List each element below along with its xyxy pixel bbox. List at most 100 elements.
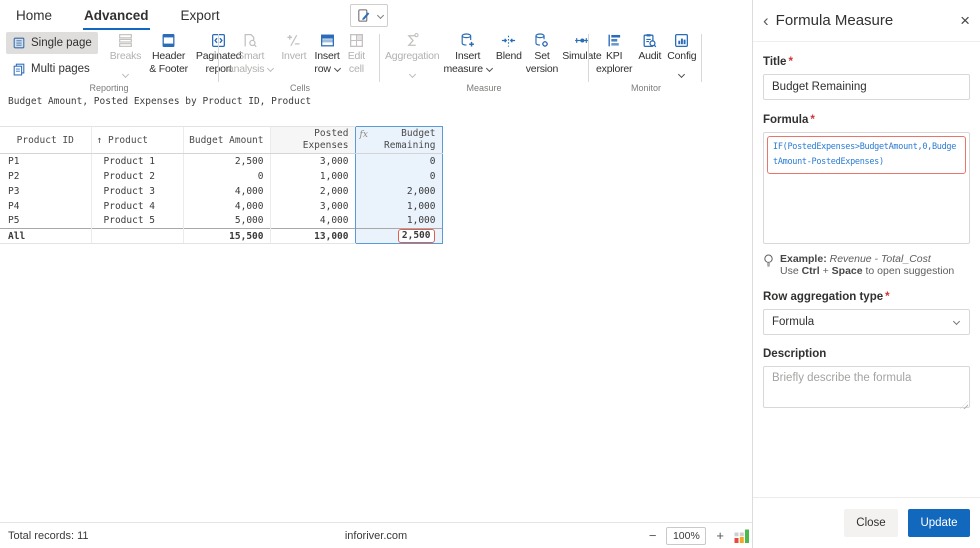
- cell-product-id[interactable]: P2: [0, 169, 91, 184]
- cell-product-id[interactable]: P4: [0, 199, 91, 214]
- cell-posted-expenses[interactable]: 1,000: [270, 169, 355, 184]
- chevron-down-icon: [409, 70, 416, 77]
- group-label-cells: Cells: [224, 83, 376, 93]
- header-product[interactable]: ↑ Product: [91, 127, 183, 154]
- inforiver-site-link[interactable]: inforiver.com: [345, 530, 407, 542]
- group-label-measure: Measure: [383, 83, 585, 93]
- cell-product[interactable]: Product 1: [91, 154, 183, 169]
- tab-advanced[interactable]: Advanced: [83, 2, 150, 30]
- zoom-in-button[interactable]: +: [714, 528, 726, 543]
- blend-button[interactable]: Blend: [496, 30, 522, 63]
- close-button[interactable]: Close: [844, 509, 898, 537]
- group-label-monitor: Monitor: [593, 83, 699, 93]
- cell-budget-remaining[interactable]: 2,000: [355, 184, 442, 199]
- config-button[interactable]: Config: [667, 30, 696, 83]
- breadcrumb: Budget Amount, Posted Expenses by Produc…: [8, 96, 311, 107]
- cell-total-budget-remaining[interactable]: 2,500: [355, 229, 442, 244]
- breaks-button[interactable]: Breaks: [110, 30, 141, 83]
- formula-text-line1: IF(PostedExpenses>BudgetAmount,0,Budge: [773, 140, 960, 155]
- panel-header: ‹ Formula Measure ×: [753, 0, 980, 42]
- zoom-out-button[interactable]: −: [647, 528, 659, 543]
- cell-product[interactable]: Product 2: [91, 169, 183, 184]
- cell-posted-expenses[interactable]: 2,000: [270, 184, 355, 199]
- group-divider: [701, 34, 702, 82]
- cell-posted-expenses[interactable]: 4,000: [270, 214, 355, 229]
- description-textarea[interactable]: [763, 366, 970, 408]
- back-icon[interactable]: ‹: [763, 12, 769, 29]
- set-version-label2: version: [526, 63, 558, 76]
- multi-pages-label: Multi pages: [31, 63, 90, 75]
- header-posted-expenses[interactable]: Posted Expenses: [270, 127, 355, 154]
- kpi-explorer-button[interactable]: KPI explorer: [596, 30, 632, 75]
- header-product-label: Product: [108, 135, 148, 146]
- cell-budget-amount[interactable]: 5,000: [183, 214, 270, 229]
- close-icon[interactable]: ×: [960, 12, 970, 29]
- aggregation-selected-value: Formula: [772, 316, 814, 328]
- title-input[interactable]: [763, 74, 970, 100]
- aggregation-label: Aggregation: [385, 50, 439, 63]
- sort-ascending-icon: ↑: [97, 135, 103, 146]
- invert-button[interactable]: Invert: [281, 30, 306, 63]
- audit-button[interactable]: Audit: [638, 30, 661, 63]
- hint-text: Use Ctrl + Space to open suggestion: [780, 265, 954, 277]
- cell-product[interactable]: Product 5: [91, 214, 183, 229]
- header-product-id[interactable]: Product ID: [0, 127, 91, 154]
- set-version-label: Set: [534, 50, 549, 63]
- formula-editor[interactable]: IF(PostedExpenses>BudgetAmount,0,Budge t…: [763, 132, 970, 244]
- blend-icon: [500, 31, 517, 50]
- cell-product-id[interactable]: P3: [0, 184, 91, 199]
- table-row: P1 Product 1 2,500 3,000 0: [0, 154, 442, 169]
- formula-field-label: Formula*: [763, 114, 970, 126]
- tab-export[interactable]: Export: [180, 2, 221, 30]
- table-header-row: Product ID ↑ Product Budget Amount Poste…: [0, 127, 442, 154]
- cell-total-posted-expenses[interactable]: 13,000: [270, 229, 355, 244]
- row-aggregation-select[interactable]: Formula: [763, 309, 970, 335]
- cell-product[interactable]: Product 4: [91, 199, 183, 214]
- cell-budget-amount[interactable]: 2,500: [183, 154, 270, 169]
- set-version-icon: [533, 31, 550, 50]
- aggregation-button[interactable]: Aggregation: [385, 30, 439, 83]
- header-budget-amount[interactable]: Budget Amount: [183, 127, 270, 154]
- header-footer-button[interactable]: Header & Footer: [149, 30, 188, 75]
- header-footer-label2: & Footer: [149, 63, 188, 76]
- table-total-row: All 15,500 13,000 2,500: [0, 229, 442, 244]
- single-page-label: Single page: [31, 37, 92, 49]
- zoom-level-value[interactable]: 100%: [666, 527, 706, 545]
- breaks-label: Breaks: [110, 50, 141, 63]
- cell-budget-amount[interactable]: 0: [183, 169, 270, 184]
- insert-measure-button[interactable]: Insert measure: [443, 30, 491, 75]
- cell-product-id[interactable]: P5: [0, 214, 91, 229]
- set-version-button[interactable]: Set version: [526, 30, 558, 75]
- cell-budget-remaining[interactable]: 1,000: [355, 199, 442, 214]
- group-divider: [588, 34, 589, 82]
- tab-home[interactable]: Home: [15, 2, 53, 30]
- cell-product-id[interactable]: P1: [0, 154, 91, 169]
- config-icon: [673, 31, 690, 50]
- chevron-down-icon: [678, 70, 685, 77]
- cell-posted-expenses[interactable]: 3,000: [270, 199, 355, 214]
- insert-row-button[interactable]: Insert row: [314, 30, 339, 75]
- header-budget-remaining[interactable]: fx Budget Remaining: [355, 127, 442, 154]
- group-divider: [218, 34, 219, 82]
- multi-pages-button[interactable]: Multi pages: [6, 58, 98, 80]
- cell-budget-amount[interactable]: 4,000: [183, 199, 270, 214]
- insert-row-label: Insert: [315, 50, 340, 63]
- ribbon-group-monitor: KPI explorer Audit Config Monit: [593, 30, 699, 94]
- description-wrapper: [763, 366, 970, 413]
- cell-total-label[interactable]: All: [0, 229, 91, 244]
- smart-analysis-button[interactable]: Smart analysis: [228, 30, 273, 75]
- update-button[interactable]: Update: [908, 509, 970, 537]
- edit-cell-button[interactable]: Edit cell: [348, 30, 365, 75]
- header-footer-label: Header: [152, 50, 185, 63]
- aggregation-label-text: Row aggregation type: [763, 291, 883, 303]
- cell-budget-amount[interactable]: 4,000: [183, 184, 270, 199]
- cell-posted-expenses[interactable]: 3,000: [270, 154, 355, 169]
- cell-budget-remaining[interactable]: 0: [355, 169, 442, 184]
- cell-budget-remaining[interactable]: 0: [355, 154, 442, 169]
- cell-product[interactable]: Product 3: [91, 184, 183, 199]
- single-page-button[interactable]: Single page: [6, 32, 98, 54]
- cell-budget-remaining[interactable]: 1,000: [355, 214, 442, 229]
- cell-total-budget-amount[interactable]: 15,500: [183, 229, 270, 244]
- formula-error-highlight: IF(PostedExpenses>BudgetAmount,0,Budge t…: [767, 136, 966, 174]
- edit-mode-dropdown[interactable]: [350, 4, 388, 27]
